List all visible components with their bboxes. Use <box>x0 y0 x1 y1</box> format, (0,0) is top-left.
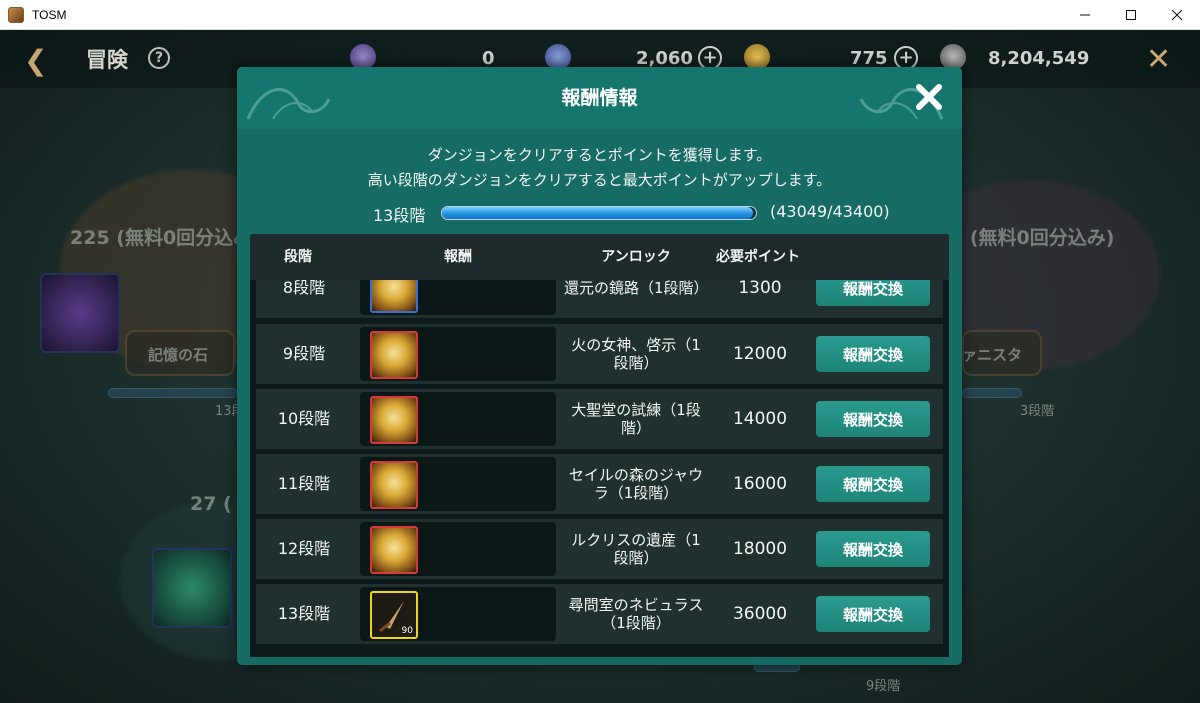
row-unlock: 火の女神、啓示（1段階） <box>571 336 701 372</box>
reward-slot: 90 <box>360 587 556 641</box>
exchange-reward-button[interactable]: 報酬交換 <box>816 596 930 632</box>
table-row: 12段階 ルクリスの遺産（1段階） 18000 報酬交換 <box>256 519 943 579</box>
currency-gem-value: 0 <box>482 48 495 69</box>
bg-card-header: 1 (無料0回分込み) <box>950 227 1115 249</box>
chest-icon[interactable] <box>370 331 418 379</box>
help-button[interactable]: ? <box>148 47 170 69</box>
dialog-close-button[interactable] <box>911 79 947 115</box>
currency-coin-value: 775 <box>850 48 888 69</box>
bg-card-header: 27 ( <box>190 493 232 515</box>
progress-count: (43049/43400) <box>770 202 890 221</box>
row-stage: 11段階 <box>277 474 331 493</box>
row-unlock: 還元の鏡路（1段階） <box>564 280 709 297</box>
chest-icon[interactable] <box>370 461 418 509</box>
exchange-reward-button[interactable]: 報酬交換 <box>816 531 930 567</box>
bg-item-tile <box>152 548 232 628</box>
reward-slot <box>360 392 556 446</box>
row-points: 36000 <box>732 604 788 624</box>
bg-card-header: 225 (無料0回分込み) <box>70 227 261 249</box>
row-unlock: ルクリスの遺産（1段階） <box>571 531 701 567</box>
table-row: 11段階 セイルの森のジャウラ（1段階） 16000 報酬交換 <box>256 454 943 514</box>
window-titlebar: TOSM <box>0 0 1200 30</box>
row-stage: 8段階 <box>282 280 326 297</box>
points-progress-fill <box>442 207 754 219</box>
bg-stage-label: 9段階 <box>866 679 901 694</box>
bg-stage-label: 3段階 <box>1020 404 1055 419</box>
minimize-icon <box>1080 14 1090 16</box>
minimize-button[interactable] <box>1062 0 1108 30</box>
row-unlock: 大聖堂の試練（1段階） <box>571 401 701 437</box>
page-title: 冒険 <box>86 48 128 72</box>
reward-table: 8段階 還元の鏡路（1段階） 1300 報酬交換 9段階 火の女神、啓示（1段階… <box>250 280 949 657</box>
bg-card-name: ァニスタ <box>962 346 1023 364</box>
row-stage: 9段階 <box>282 344 326 363</box>
chest-icon[interactable] <box>370 396 418 444</box>
row-stage: 13段階 <box>277 604 331 623</box>
item-quantity: 90 <box>401 626 413 636</box>
row-unlock: 尋問室のネビュラス（1段階） <box>568 596 704 632</box>
row-points: 16000 <box>732 474 788 494</box>
maximize-icon <box>1126 10 1136 20</box>
row-points: 14000 <box>732 409 788 429</box>
bg-progress-bar <box>108 388 238 398</box>
row-points: 12000 <box>732 344 788 364</box>
column-unlock: アンロック <box>601 249 671 265</box>
table-row: 9段階 火の女神、啓示（1段階） 12000 報酬交換 <box>256 324 943 384</box>
dialog-description-line1: ダンジョンをクリアするとポイントを獲得します。 <box>427 146 772 164</box>
blade-icon[interactable]: 90 <box>370 591 418 639</box>
reward-slot <box>360 457 556 511</box>
close-screen-button[interactable]: ✕ <box>1146 42 1171 77</box>
row-points: 18000 <box>732 539 788 559</box>
window-title: TOSM <box>32 7 67 22</box>
maximize-button[interactable] <box>1108 0 1154 30</box>
exchange-reward-button[interactable]: 報酬交換 <box>816 280 930 306</box>
exchange-reward-button[interactable]: 報酬交換 <box>816 466 930 502</box>
bg-item-tile <box>40 273 120 353</box>
dialog-header: 報酬情報 <box>237 67 962 129</box>
dialog-description-line2: 高い段階のダンジョンをクリアすると最大ポイントがアップします。 <box>367 171 832 189</box>
window-controls <box>1062 0 1200 30</box>
close-icon <box>916 84 942 110</box>
progress-stage-label: 13段階 <box>373 206 426 225</box>
points-progress-bar <box>441 206 757 220</box>
reward-slot <box>360 327 556 381</box>
chest-icon[interactable] <box>370 280 418 313</box>
table-row: 13段階 90 尋問室のネビュラス（1段階） 36000 報酬交換 <box>256 584 943 644</box>
column-stage: 段階 <box>284 249 312 265</box>
currency-silver-value: 8,204,549 <box>988 48 1090 69</box>
reward-slot <box>360 522 556 576</box>
bg-progress-bar <box>962 388 1022 398</box>
chest-icon[interactable] <box>370 526 418 574</box>
table-row: 10段階 大聖堂の試練（1段階） 14000 報酬交換 <box>256 389 943 449</box>
column-reward: 報酬 <box>444 249 472 265</box>
currency-ticket-value: 2,060 <box>636 48 693 69</box>
table-row: 8段階 還元の鏡路（1段階） 1300 報酬交換 <box>256 280 943 318</box>
dialog-title: 報酬情報 <box>561 87 638 109</box>
row-points: 1300 <box>738 280 782 298</box>
column-points: 必要ポイント <box>716 249 800 265</box>
row-stage: 10段階 <box>277 409 331 428</box>
reward-slot <box>360 280 556 315</box>
reward-table-header: 段階 報酬 アンロック 必要ポイント <box>250 234 949 280</box>
reward-info-dialog: 報酬情報 ダンジョンをクリアするとポイントを獲得します。 高い段階のダンジョンを… <box>237 67 962 665</box>
close-window-button[interactable] <box>1154 0 1200 30</box>
bg-card-name: 記憶の石 <box>148 346 209 364</box>
app-icon <box>8 6 24 23</box>
exchange-reward-button[interactable]: 報酬交換 <box>816 336 930 372</box>
game-viewport: ❮ 冒険 ? 0 2,060 + 775 + 8,204,549 ✕ 225 (… <box>0 30 1200 703</box>
row-unlock: セイルの森のジャウラ（1段階） <box>568 466 704 502</box>
back-button[interactable]: ❮ <box>24 44 47 77</box>
row-stage: 12段階 <box>277 539 331 558</box>
exchange-reward-button[interactable]: 報酬交換 <box>816 401 930 437</box>
close-icon <box>1171 9 1183 21</box>
